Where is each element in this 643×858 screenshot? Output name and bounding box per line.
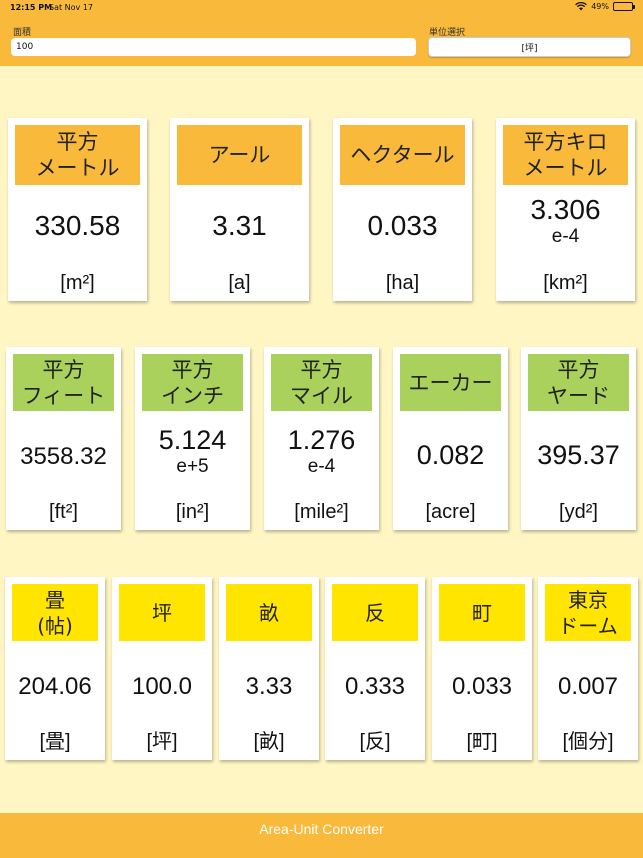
unit-card-value: 3558.32 bbox=[6, 439, 121, 473]
unit-card-value-main: 395.37 bbox=[537, 440, 620, 470]
unit-card-value-main: 0.333 bbox=[344, 673, 406, 700]
unit-card-value: 395.37 bbox=[521, 439, 636, 471]
unit-card-value-main: 3.33 bbox=[245, 673, 293, 700]
unit-card-value-main: 0.082 bbox=[416, 440, 485, 470]
unit-card-value: 0.333 bbox=[325, 669, 425, 703]
unit-card: 平方 ヤード 395.37 [yd²] bbox=[521, 347, 636, 530]
footer-bar: Area-Unit Converter bbox=[0, 813, 643, 858]
unit-card-unit: [ft²] bbox=[49, 501, 78, 523]
unit-card-title: アール bbox=[177, 125, 302, 185]
unit-card-value: 330.58 bbox=[8, 210, 147, 242]
unit-card: 坪 100.0 [坪] bbox=[112, 577, 212, 760]
unit-card-value-main: 0.007 bbox=[557, 673, 619, 700]
unit-card: アール 3.31 [a] bbox=[170, 118, 309, 301]
unit-card-value: 3.31 bbox=[170, 210, 309, 242]
unit-card-unit: [a] bbox=[228, 272, 251, 294]
unit-card-value-main: 204.06 bbox=[18, 673, 92, 700]
status-right: 49% bbox=[575, 2, 635, 11]
unit-card-title: 平方 インチ bbox=[142, 354, 243, 411]
unit-card-title: 町 bbox=[439, 584, 525, 641]
unit-card: エーカー 0.082 [acre] bbox=[393, 347, 508, 530]
unit-card: 畳 (帖) 204.06 [畳] bbox=[5, 577, 105, 760]
unit-card-value-main: 100.0 bbox=[131, 673, 193, 700]
unit-card: 平方キロ メートル 3.306 e-4 [km²] bbox=[496, 118, 635, 301]
unit-card-unit: [m²] bbox=[60, 272, 95, 294]
unit-card-value: 3.306 e-4 bbox=[496, 194, 635, 248]
unit-card: 平方 フィート 3558.32 [ft²] bbox=[6, 347, 121, 530]
unit-card-title: 平方キロ メートル bbox=[503, 125, 628, 185]
unit-card-value: 5.124 e+5 bbox=[135, 424, 250, 478]
status-time: 12:15 PM bbox=[10, 3, 53, 12]
unit-card-unit: [反] bbox=[359, 731, 391, 753]
unit-card-value: 0.007 bbox=[538, 669, 638, 703]
unit-card-unit: [個分] bbox=[562, 731, 614, 753]
unit-card-unit: [畳] bbox=[39, 731, 71, 753]
unit-card-value: 100.0 bbox=[112, 669, 212, 703]
unit-card-title: 東京 ドーム bbox=[545, 584, 631, 641]
unit-card-title: ヘクタール bbox=[340, 125, 465, 185]
unit-card-value: 1.276 e-4 bbox=[264, 424, 379, 478]
area-input[interactable] bbox=[11, 38, 416, 56]
unit-card-title: 反 bbox=[332, 584, 418, 641]
unit-card-title: 平方 ヤード bbox=[528, 354, 629, 411]
unit-card: 東京 ドーム 0.007 [個分] bbox=[538, 577, 638, 760]
unit-card: ヘクタール 0.033 [ha] bbox=[333, 118, 472, 301]
unit-card-title: 平方 マイル bbox=[271, 354, 372, 411]
unit-card-value-main: 0.033 bbox=[451, 673, 513, 700]
unit-card-value-main: 0.033 bbox=[367, 210, 438, 241]
unit-card-value: 0.033 bbox=[333, 210, 472, 242]
battery-icon bbox=[613, 2, 635, 11]
unit-card-value-exponent: e+5 bbox=[176, 456, 209, 477]
unit-card-unit: [km²] bbox=[543, 272, 588, 294]
status-date: Sat Nov 17 bbox=[49, 3, 93, 12]
unit-select-button[interactable]: [坪] bbox=[428, 37, 631, 57]
unit-card: 町 0.033 [町] bbox=[432, 577, 532, 760]
unit-card-value-main: 1.276 bbox=[287, 425, 356, 455]
unit-card-value: 204.06 bbox=[5, 669, 105, 703]
unit-card: 平方 メートル 330.58 [m²] bbox=[8, 118, 147, 301]
area-label: 面積 bbox=[13, 28, 32, 38]
unit-card: 平方 マイル 1.276 e-4 [mile²] bbox=[264, 347, 379, 530]
unit-card-unit: [in²] bbox=[175, 501, 210, 523]
unit-card-unit: [町] bbox=[466, 731, 498, 753]
unit-card-title: 畳 (帖) bbox=[12, 584, 98, 641]
unit-card-value-exponent: e-4 bbox=[307, 456, 336, 477]
unit-card-value: 3.33 bbox=[219, 669, 319, 703]
status-bar: 12:15 PM Sat Nov 17 49% bbox=[0, 0, 643, 16]
unit-card-value-main: 330.58 bbox=[34, 210, 121, 241]
unit-card-value-exponent: e-4 bbox=[551, 226, 580, 247]
unit-card-unit: [ha] bbox=[385, 272, 420, 294]
unit-card-title: 坪 bbox=[119, 584, 205, 641]
unit-card: 畝 3.33 [畝] bbox=[219, 577, 319, 760]
unit-card: 平方 インチ 5.124 e+5 [in²] bbox=[135, 347, 250, 530]
unit-card-value: 0.082 bbox=[393, 439, 508, 471]
unit-card-value-main: 3.31 bbox=[212, 210, 267, 241]
unit-card-unit: [坪] bbox=[146, 731, 178, 753]
unit-card-title: 畝 bbox=[226, 584, 312, 641]
unit-card-unit: [mile²] bbox=[294, 501, 349, 523]
unit-card-value: 0.033 bbox=[432, 669, 532, 703]
unit-card-value-main: 3558.32 bbox=[20, 443, 107, 470]
unit-card-value-main: 3.306 bbox=[530, 194, 601, 225]
battery-percent: 49% bbox=[591, 2, 609, 11]
wifi-icon bbox=[575, 2, 588, 11]
unit-card-unit: [畝] bbox=[253, 731, 285, 753]
footer-title: Area-Unit Converter bbox=[259, 821, 384, 837]
unit-card-title: エーカー bbox=[400, 354, 501, 411]
unit-card-title: 平方 フィート bbox=[13, 354, 114, 411]
unit-card-unit: [yd²] bbox=[559, 501, 598, 523]
unit-card: 反 0.333 [反] bbox=[325, 577, 425, 760]
unit-card-title: 平方 メートル bbox=[15, 125, 140, 185]
unit-card-unit: [acre] bbox=[425, 501, 476, 523]
unit-card-value-main: 5.124 bbox=[158, 425, 227, 455]
